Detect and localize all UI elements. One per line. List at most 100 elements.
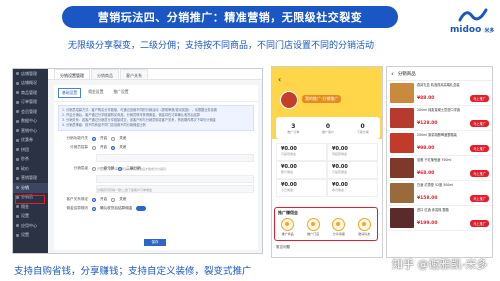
product-price: ¥199.00 [417,221,438,226]
stat-customers[interactable]: 0 推广客户 [322,123,334,134]
sidebar-item[interactable]: 应用中心 [13,221,48,231]
stat-label: 下级分销 [356,129,369,134]
product-name: 200ml 原浆精酿啤酒整箱装 [417,133,457,137]
promote-button[interactable]: 马上推广 [470,145,489,152]
product-row[interactable]: 尼雅 干红葡萄酒 750ml ¥68.00 马上推广 [387,156,492,181]
stat-subordinates[interactable]: 0 下级分销 [357,123,369,134]
bind-opt2-radio[interactable] [111,197,116,202]
product-row[interactable]: 200ml 纯麦芽威士忌进口洋酒 ¥128.00 马上推广 [387,106,492,131]
product-row[interactable]: 白酒 浓香型 52度 500ml ¥158.00 马上推广 [387,181,492,206]
money-cell[interactable]: ¥0.00 累计佣金 [276,161,327,179]
back-icon[interactable]: ‹ [391,70,394,78]
bind-opt1-radio[interactable] [92,197,96,202]
tool-label: 推广商品 [281,232,294,236]
tab-distribution-settings[interactable]: 分销设置管理 [54,69,90,79]
phone-distribution-products: ‹ 分销商品 燕窝礼盒 精选燕窝高端礼盒装 ¥88.00 马上推广 200ml 纯麦芽… [386,66,493,258]
phone-distribution-center: ‹ 我的推广·分销推广 3 推广订单 0 推广客户 0 下级分销 ¥0.00 可… [271,66,383,258]
promote-button[interactable]: 马上推广 [470,170,489,177]
menu-icon [16,100,19,104]
subtab-basic[interactable]: 基础设置 [58,88,82,98]
logo-subtext: 米多 [484,28,495,34]
enable-off-radio[interactable] [111,136,116,141]
enable-on-radio[interactable] [92,136,96,141]
product-price: ¥68.00 [417,171,435,176]
money-label: 本月佣金 [332,188,345,192]
stat-label: 推广客户 [321,129,334,134]
recruit-opt1-radio[interactable] [92,145,96,150]
sidebar-item[interactable]: 店铺概况 [13,79,48,89]
bind-label: 客户关系绑定 [66,197,88,201]
form-row-rule: 佣金结算规则 确认收货后结算佣金 [54,204,258,213]
subtab-commission[interactable]: 佣金设置 [85,88,106,98]
admin-panel-screenshot: 店铺管理 店铺概况 商品管理 订单管理会员管理 数据中心 营销中心 优惠券 拼团秒杀砍价 营销管… [12,68,263,254]
promote-button[interactable]: 马上推广 [470,220,489,227]
product-row[interactable]: 进口 红酒 赤霞珠 整箱 ¥199.00 马上推广 [387,206,492,231]
money-cell[interactable]: ¥0.00 可提现佣金 [276,143,327,161]
money-cell[interactable]: ¥0.00 今日佣金 [276,179,327,197]
distribution-header: ‹ 我的推广·分销推广 3 推广订单 0 推广客户 0 下级分销 [272,67,382,139]
subtab-promotion[interactable]: 推广设置 [110,88,131,98]
sidebar-item[interactable]: 砍价 [13,164,48,174]
rule-toggle[interactable] [136,206,147,211]
sidebar-item-label: 秒杀 [21,156,29,162]
rule-label: 佣金结算规则 [66,206,88,210]
promote-button[interactable]: 马上推广 [470,95,489,102]
sidebar-item[interactable]: 店铺管理 [13,69,48,79]
product-list: 燕窝礼盒 精选燕窝高端礼盒装 ¥88.00 马上推广 200ml 纯麦芽威士忌进口洋酒… [387,81,492,231]
product-thumbnail [390,183,414,203]
promote-button[interactable]: 马上推广 [470,120,489,127]
sidebar-item-label: 拼团 [21,146,29,152]
sidebar-item[interactable]: 设置 [13,212,48,222]
tool-label: 分享海报 [332,232,345,236]
product-row[interactable]: 燕窝礼盒 精选燕窝高端礼盒装 ¥88.00 马上推广 [387,81,492,106]
menu-icon [16,148,19,152]
level-opt2-radio[interactable] [118,166,123,171]
sidebar-item[interactable]: 营销管理 [13,174,48,184]
faq-link[interactable]: 常见问题 [276,245,290,250]
level-label: 分销层级 [73,166,88,170]
level-detail-block: 分销员可获得一级/二级下级客户订单佣金 [96,175,254,192]
money-cell[interactable]: ¥0.00 本月佣金 [327,179,378,197]
sidebar-item[interactable]: 秒杀 [13,155,48,165]
save-button[interactable]: 保存 [144,239,166,246]
poster-icon [332,218,346,231]
tool-share-poster[interactable]: 分享海报 [332,218,346,236]
level-opt1-radio[interactable] [92,166,96,171]
sidebar-item[interactable]: 营销中心 [13,126,48,136]
store-icon [306,218,320,231]
tool-invite-friends[interactable]: 邀请好友 [357,218,371,236]
sidebar-item-label: 应用中心 [21,222,37,228]
tool-promote-stores[interactable]: 推广门店 [306,218,320,236]
logo-wave-icon [458,8,488,22]
product-price: ¥88.00 [417,96,435,101]
stat-orders[interactable]: 3 推广订单 [287,123,299,134]
tab-customer-relations[interactable]: 客户关系 [120,69,148,79]
stat-value: 0 [360,122,365,130]
notice-box: 1. 分销员招募方式：客户购买分享链接，可通过设置不同的分销活动（提现审核/邀请… [58,105,254,131]
sidebar-item[interactable]: 设置 [13,231,48,241]
subtitle: 无限级分享裂变，二级分佣；支持按不同商品，不同门店设置不同的分销活动 [68,41,375,51]
product-row[interactable]: 200ml 原浆精酿啤酒整箱装 ¥98.00 马上推广 [387,131,492,156]
enable-on-label: 开启 [100,136,108,140]
sidebar-item-label: 订单管理 [21,99,37,105]
sidebar-item[interactable]: 订单管理 [13,98,48,108]
tab-distribution-products[interactable]: 分销商品 [91,69,119,79]
money-label: 今日佣金 [281,188,294,192]
money-cell[interactable]: ¥0.00 已提现佣金 [327,161,378,179]
level-hint: 分销员可获得一级/二级下级客户订单佣金 [97,188,153,192]
sidebar-item[interactable]: 分销 [13,183,48,193]
recruit-opt2-radio[interactable] [111,145,116,150]
rule-opt1-radio[interactable] [92,206,96,211]
promote-button[interactable]: 马上推广 [470,195,489,202]
sidebar-item[interactable]: 商品管理 [13,88,48,98]
menu-icon [16,176,19,180]
sidebar-item[interactable]: 拼团 [13,145,48,155]
sidebar-item-label: 分销 [21,184,29,190]
back-icon[interactable]: ‹ [278,75,281,84]
sidebar-item[interactable]: 优惠券 [13,136,48,146]
sidebar-item[interactable]: 数据中心 [13,117,48,127]
tool-promote-products[interactable]: 推广商品 [281,218,295,236]
money-cell[interactable]: ¥0.00 待结算佣金 [327,143,378,161]
sidebar-item[interactable]: 会员管理 [13,107,48,117]
menu-icon [16,91,19,95]
